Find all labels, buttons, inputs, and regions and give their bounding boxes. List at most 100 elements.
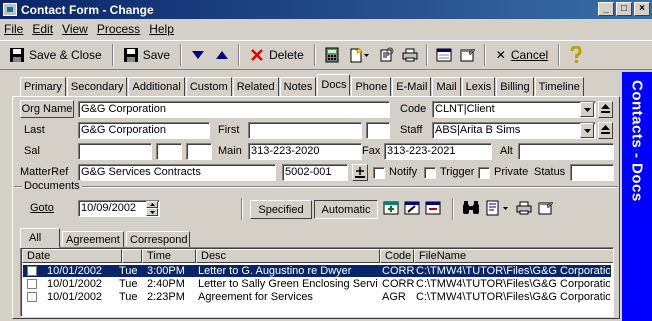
print-icon[interactable] — [398, 43, 422, 67]
tab-additional[interactable]: Additional — [128, 77, 185, 96]
main-phone-field[interactable]: 313-223-2020 — [248, 143, 362, 160]
notify-checkbox[interactable] — [373, 167, 385, 179]
tab-phone[interactable]: Phone — [351, 77, 392, 96]
tab-billing[interactable]: Billing — [496, 77, 534, 96]
toolbar-separator-2 — [452, 198, 454, 220]
menu-process[interactable]: Process — [97, 22, 140, 36]
row-checkbox[interactable] — [27, 266, 37, 276]
goto-date-spinner[interactable] — [146, 201, 158, 216]
binoculars-icon[interactable] — [462, 200, 480, 216]
row-checkbox[interactable] — [27, 279, 37, 289]
subtab-agreement[interactable]: Agreement — [62, 231, 124, 248]
remove-document-icon[interactable] — [425, 200, 441, 216]
spin-up-icon[interactable] — [146, 201, 158, 208]
org-name-field[interactable]: G&G Corporation — [78, 101, 390, 118]
column-header-code[interactable]: Code — [380, 249, 414, 263]
tab-secondary[interactable]: Secondary — [66, 77, 128, 96]
tab-custom[interactable]: Custom — [185, 77, 232, 96]
org-name-button[interactable]: Org Name — [20, 100, 74, 118]
menu-help[interactable]: Help — [149, 22, 174, 36]
add-document-icon[interactable] — [383, 200, 399, 216]
fax-label: Fax — [362, 145, 381, 157]
code-lookup-button[interactable] — [598, 101, 613, 118]
tab-lexis[interactable]: Lexis — [461, 77, 496, 96]
subtab-correspond[interactable]: Correspond — [126, 231, 190, 248]
main-label: Main — [218, 145, 242, 157]
sal-field[interactable] — [78, 143, 152, 160]
calculator-icon[interactable] — [320, 43, 344, 67]
menu-edit[interactable]: Edit — [32, 22, 53, 36]
fax-field[interactable]: 313-223-2021 — [384, 143, 492, 160]
private-label: Private — [494, 166, 529, 178]
tab-related[interactable]: Related — [232, 77, 279, 96]
table-row[interactable]: 10/01/2002 Tue 3:00PM Letter to G. Augus… — [23, 265, 611, 277]
alt-label: Alt — [500, 145, 513, 157]
tab-mail[interactable]: Mail — [432, 77, 461, 96]
maximize-button[interactable]: □ — [616, 2, 632, 16]
tab-primary[interactable]: Primary — [20, 77, 66, 96]
column-header-time[interactable]: Time — [142, 249, 196, 263]
table-row[interactable]: 10/01/2002 Tue 2:40PM Letter to Sally Gr… — [23, 278, 611, 290]
staff-dropdown-button[interactable] — [580, 123, 594, 138]
matter-number-field[interactable]: 5002-001 — [282, 164, 348, 181]
tab-timeline[interactable]: Timeline — [534, 77, 584, 96]
properties-icon[interactable] — [538, 201, 554, 215]
close-button[interactable]: × — [634, 2, 650, 16]
menu-view[interactable]: View — [62, 22, 88, 36]
first-name-field[interactable] — [248, 122, 362, 139]
sal-field-3[interactable] — [186, 143, 212, 160]
properties-icon[interactable] — [456, 43, 480, 67]
calendar-icon[interactable] — [432, 43, 456, 67]
goto-label: Goto — [30, 202, 54, 214]
title-bar: Contact Form - Change _ □ × — [0, 0, 652, 19]
table-row[interactable]: 10/01/2002 Tue 2:23PM Agreement for Serv… — [23, 291, 611, 303]
cancel-button[interactable]: ✕ Cancel — [490, 42, 554, 68]
alt-phone-field[interactable] — [518, 143, 614, 160]
staff-label: Staff — [400, 124, 423, 136]
toolbar-separator — [241, 198, 243, 220]
specified-button[interactable]: Specified — [250, 200, 312, 219]
column-header-date[interactable]: Date — [22, 249, 122, 263]
attachment-icon[interactable] — [374, 43, 398, 67]
help-icon[interactable] — [564, 43, 588, 67]
tab-notes[interactable]: Notes — [279, 77, 317, 96]
middle-initial-field[interactable] — [366, 122, 390, 139]
menu-file[interactable]: File — [4, 22, 23, 36]
toolbar: Save & Close Save Delete ✕ Cancel — [0, 40, 652, 70]
tab-docs[interactable]: Docs — [317, 74, 351, 96]
minimize-button[interactable]: _ — [598, 2, 614, 16]
sal-label: Sal — [24, 145, 40, 157]
sal-field-2[interactable] — [156, 143, 182, 160]
save-button[interactable]: Save — [118, 42, 176, 68]
column-header-filename[interactable]: FileName — [414, 249, 613, 263]
delete-button[interactable]: Delete — [244, 42, 310, 68]
matterref-field[interactable]: G&G Services Contracts — [78, 164, 276, 181]
subtab-all[interactable]: All — [20, 228, 60, 248]
status-field[interactable] — [570, 164, 614, 181]
save-close-button[interactable]: Save & Close — [4, 42, 108, 68]
spin-down-icon[interactable] — [146, 208, 158, 216]
edit-document-icon[interactable] — [404, 200, 420, 216]
column-header-desc[interactable]: Desc — [196, 249, 380, 263]
matter-lookup-button[interactable] — [352, 164, 368, 181]
new-document-icon[interactable] — [344, 43, 374, 67]
last-label: Last — [24, 124, 45, 136]
staff-lookup-button[interactable] — [598, 122, 613, 139]
private-checkbox[interactable] — [478, 167, 490, 179]
tab-email[interactable]: E-Mail — [392, 77, 432, 96]
code-dropdown-button[interactable] — [580, 102, 594, 117]
matterref-label: MatterRef — [20, 166, 69, 178]
column-header-day[interactable] — [122, 249, 142, 263]
document-link-icon[interactable] — [486, 200, 510, 216]
print-icon[interactable] — [516, 201, 532, 215]
trigger-checkbox[interactable] — [424, 167, 436, 179]
documents-list[interactable]: Date Time Desc Code FileName 10/01/2002 … — [20, 247, 614, 317]
automatic-button[interactable]: Automatic — [314, 200, 378, 219]
tab-strip: Primary Secondary Additional Custom Rela… — [20, 74, 585, 97]
code-select[interactable]: CLNT|Client — [432, 101, 596, 118]
arrow-down-icon[interactable] — [186, 43, 210, 67]
row-checkbox[interactable] — [27, 292, 37, 302]
staff-select[interactable]: ABS|Arita B Sims — [432, 122, 596, 139]
arrow-up-icon[interactable] — [210, 43, 234, 67]
last-name-field[interactable]: G&G Corporation — [78, 122, 210, 139]
